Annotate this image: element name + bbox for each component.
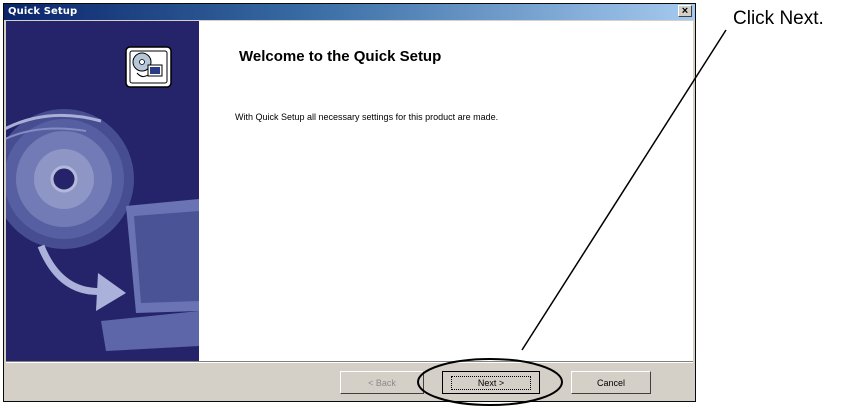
cancel-button[interactable]: Cancel	[571, 371, 651, 394]
back-button-label: < Back	[368, 377, 396, 388]
next-button[interactable]: Next >	[442, 371, 540, 394]
arrow-graphic	[37, 244, 126, 311]
intro-text: With Quick Setup all necessary settings …	[235, 112, 499, 122]
window-title: Quick Setup	[8, 6, 78, 17]
disc-to-computer-icon	[125, 46, 172, 88]
footer-divider	[6, 361, 693, 363]
cd-disc-graphic	[6, 109, 134, 249]
back-button[interactable]: < Back	[340, 371, 424, 394]
side-banner	[6, 21, 199, 361]
title-bar[interactable]: Quick Setup ×	[4, 4, 695, 20]
close-icon: ×	[681, 5, 689, 17]
next-button-label: Next >	[450, 375, 532, 390]
content-area: Welcome to the Quick Setup With Quick Se…	[199, 21, 693, 361]
close-button[interactable]: ×	[678, 5, 692, 17]
callout-label: Click Next.	[733, 8, 824, 29]
page-title: Welcome to the Quick Setup	[239, 48, 442, 65]
banner-graphic	[6, 46, 199, 351]
quick-setup-dialog: Quick Setup × Welcome to the Quick Setup…	[3, 3, 696, 402]
cancel-button-label: Cancel	[596, 377, 625, 388]
